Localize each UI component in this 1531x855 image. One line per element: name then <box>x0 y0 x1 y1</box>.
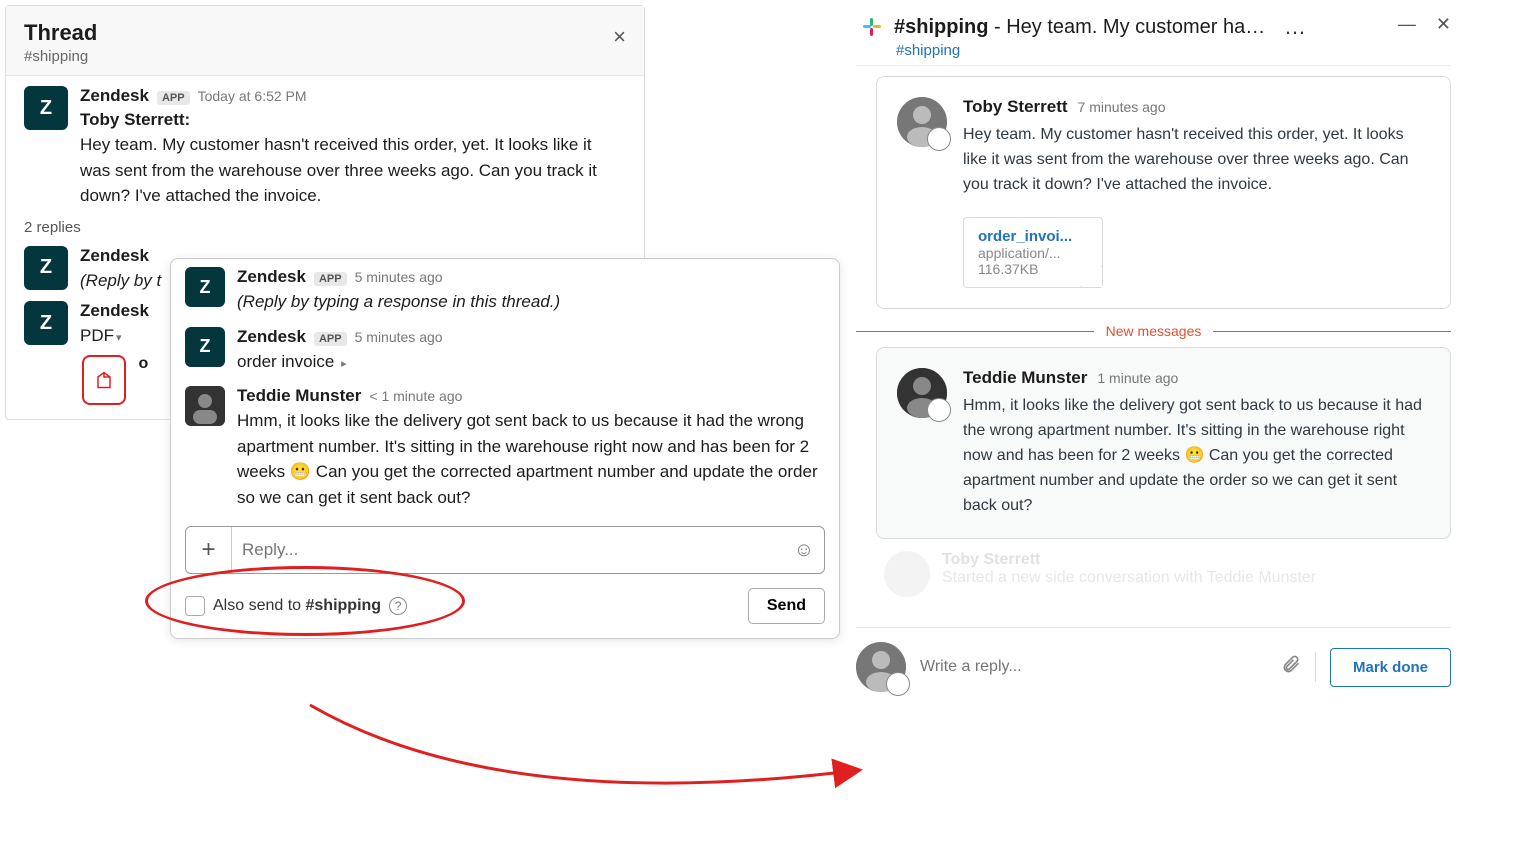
author-name: Zendesk <box>80 246 149 266</box>
attachment-card[interactable]: order_invoi... application/... 116.37KB <box>963 217 1103 288</box>
send-button[interactable]: Send <box>748 588 825 624</box>
thread-header: Thread #shipping × <box>6 6 644 76</box>
zendesk-avatar: Z <box>185 267 225 307</box>
new-messages-divider: New messages <box>856 323 1451 339</box>
mark-done-button[interactable]: Mark done <box>1330 648 1451 687</box>
panel-title: #shipping - Hey team. My customer hasn't <box>894 16 1274 39</box>
chevron-right-icon: ▸ <box>341 358 347 370</box>
reply-input[interactable] <box>232 540 784 560</box>
message-text: Hey team. My customer hasn't received th… <box>963 123 1430 197</box>
timestamp: < 1 minute ago <box>369 388 462 404</box>
paperclip-icon[interactable] <box>1281 653 1301 681</box>
user-avatar <box>897 368 947 418</box>
message-text: Hmm, it looks like the delivery got sent… <box>237 408 825 510</box>
zendesk-avatar: Z <box>24 86 68 130</box>
author-name: Zendesk <box>237 267 306 287</box>
attachment-name-peek: o <box>138 355 148 372</box>
window-controls: — ✕ <box>1398 14 1451 35</box>
overlay-msg-2: Z Zendesk APP 5 minutes ago order invoic… <box>171 319 839 379</box>
reply-input-box: + ☺ <box>185 526 825 574</box>
pdf-icon[interactable] <box>82 355 126 405</box>
close-icon[interactable]: ✕ <box>1436 14 1451 35</box>
divider <box>1315 652 1316 682</box>
ellipsis-icon[interactable]: … <box>1284 14 1306 40</box>
also-send-checkbox[interactable] <box>185 596 205 616</box>
write-reply-input[interactable] <box>920 658 1267 676</box>
zendesk-avatar: Z <box>24 301 68 345</box>
timestamp: 5 minutes ago <box>355 329 443 345</box>
app-badge: APP <box>157 91 190 105</box>
also-send-label: Also send to #shipping <box>213 597 381 615</box>
attachment-size: 116.37KB <box>978 261 1088 277</box>
thread-title: Thread <box>24 20 626 46</box>
author-name: Zendesk <box>237 327 306 347</box>
overlay-msg-1: Z Zendesk APP 5 minutes ago (Reply by ty… <box>171 259 839 319</box>
timestamp: 5 minutes ago <box>355 269 443 285</box>
send-row: Also send to #shipping ? Send <box>185 588 825 624</box>
conversation-card-1: Toby Sterrett 7 minutes ago Hey team. My… <box>876 76 1451 309</box>
plus-icon[interactable]: + <box>186 527 232 573</box>
user-avatar <box>185 386 225 426</box>
timestamp: 1 minute ago <box>1097 370 1178 386</box>
conversation-card-2: Teddie Munster 1 minute ago Hmm, it look… <box>876 347 1451 539</box>
message-text[interactable]: order invoice ▸ <box>237 349 825 375</box>
thread-message-main: Z Zendesk APP Today at 6:52 PM Toby Ster… <box>6 76 644 215</box>
zendesk-avatar: Z <box>185 327 225 367</box>
minimize-icon[interactable]: — <box>1398 14 1416 35</box>
app-badge: APP <box>314 272 347 286</box>
message-text: (Reply by typing a response in this thre… <box>237 289 825 315</box>
thread-channel[interactable]: #shipping <box>24 48 626 65</box>
attachment-type: application/... <box>978 245 1088 261</box>
replies-count: 2 replies <box>6 215 644 244</box>
timestamp: Today at 6:52 PM <box>198 88 307 104</box>
author-name: Toby Sterrett <box>963 97 1068 117</box>
quoted-author: Toby Sterrett: <box>80 110 626 130</box>
zendesk-body: Toby Sterrett 7 minutes ago Hey team. My… <box>856 65 1451 692</box>
emoji-icon[interactable]: ☺ <box>784 539 824 562</box>
chevron-down-icon[interactable]: ▾ <box>116 332 122 344</box>
message-text: Hmm, it looks like the delivery got sent… <box>963 394 1430 518</box>
annotation-arrow <box>300 695 900 815</box>
author-name: Teddie Munster <box>237 386 361 406</box>
channel-link[interactable]: #shipping <box>856 42 1451 59</box>
zendesk-footer: Mark done <box>856 627 1451 692</box>
zendesk-header: #shipping - Hey team. My customer hasn't… <box>856 10 1451 42</box>
author-name: Zendesk <box>80 86 149 106</box>
zendesk-avatar: Z <box>24 246 68 290</box>
help-icon[interactable]: ? <box>389 597 407 615</box>
attachment-name: order_invoi... <box>978 228 1088 245</box>
thread-overlay: Z Zendesk APP 5 minutes ago (Reply by ty… <box>170 258 840 639</box>
also-send-option: Also send to #shipping ? <box>185 596 407 616</box>
overlay-msg-3: Teddie Munster < 1 minute ago Hmm, it lo… <box>171 378 839 514</box>
author-name: Teddie Munster <box>963 368 1087 388</box>
zendesk-sidebar-panel: #shipping - Hey team. My customer hasn't… <box>856 10 1451 692</box>
slack-icon <box>860 15 884 39</box>
app-badge: APP <box>314 332 347 346</box>
message-text: Hey team. My customer hasn't received th… <box>80 132 626 209</box>
author-name: Zendesk <box>80 301 149 321</box>
user-avatar <box>897 97 947 147</box>
current-user-avatar <box>856 642 906 692</box>
ghost-activity: Toby Sterrett Started a new side convers… <box>884 551 1451 587</box>
close-icon[interactable]: × <box>613 24 626 50</box>
timestamp: 7 minutes ago <box>1078 99 1166 115</box>
